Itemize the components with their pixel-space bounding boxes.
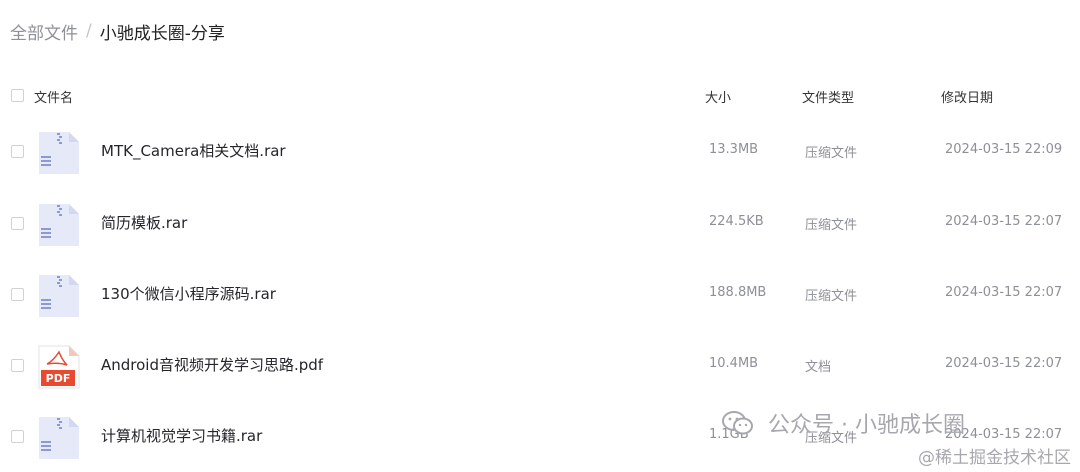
row-checkbox[interactable] [11, 288, 24, 301]
table-header: 文件名 大小 文件类型 修改日期 [0, 84, 1080, 108]
watermark-secondary-text: @稀土掘金技术社区 [918, 448, 1071, 468]
file-size: 188.8MB [709, 285, 767, 300]
file-size: 13.3MB [709, 142, 759, 157]
header-name[interactable]: 文件名 [34, 87, 73, 106]
table-row[interactable]: 简历模板.rar 224.5KB 压缩文件 2024-03-15 22:07 [0, 188, 1080, 259]
row-checkbox[interactable] [11, 217, 24, 230]
archive-icon [39, 204, 79, 246]
table-row[interactable]: 130个微信小程序源码.rar 188.8MB 压缩文件 2024-03-15 … [0, 259, 1080, 330]
file-modified-date: 2024-03-15 22:07 [945, 356, 1063, 371]
file-size: 10.4MB [709, 356, 759, 371]
breadcrumb: 全部文件 / 小驰成长圈-分享 [10, 18, 225, 44]
archive-icon [39, 132, 79, 174]
file-name-link[interactable]: 计算机视觉学习书籍.rar [101, 425, 262, 446]
file-modified-date: 2024-03-15 22:09 [945, 142, 1063, 157]
archive-icon [39, 275, 79, 317]
svg-text:PDF: PDF [46, 372, 71, 385]
breadcrumb-root-link[interactable]: 全部文件 [10, 19, 78, 44]
row-checkbox[interactable] [11, 145, 24, 158]
archive-icon [39, 417, 79, 459]
file-name-link[interactable]: Android音视频开发学习思路.pdf [101, 354, 323, 375]
file-size: 224.5KB [709, 214, 764, 229]
file-type: 文档 [805, 360, 832, 375]
pdf-icon: PDF [38, 345, 80, 389]
row-checkbox[interactable] [11, 359, 24, 372]
file-type: 压缩文件 [805, 289, 858, 304]
watermark-primary-text: 公众号 · 小驰成长圈 [768, 413, 965, 438]
table-row[interactable]: MTK_Camera相关文档.rar 13.3MB 压缩文件 2024-03-1… [0, 116, 1080, 187]
file-name-link[interactable]: MTK_Camera相关文档.rar [101, 140, 286, 161]
row-checkbox[interactable] [11, 430, 24, 443]
header-size[interactable]: 大小 [705, 87, 731, 106]
file-modified-date: 2024-03-15 22:07 [945, 285, 1063, 300]
breadcrumb-separator: / [86, 21, 92, 41]
watermark-account: 公众号 · 小驰成长圈 [722, 406, 965, 440]
header-modified[interactable]: 修改日期 [941, 87, 993, 106]
wechat-icon [722, 411, 753, 435]
header-type[interactable]: 文件类型 [802, 87, 854, 106]
file-modified-date: 2024-03-15 22:07 [945, 214, 1063, 229]
file-type: 压缩文件 [805, 146, 858, 161]
file-name-link[interactable]: 130个微信小程序源码.rar [101, 283, 276, 304]
table-row[interactable]: PDF Android音视频开发学习思路.pdf 10.4MB 文档 2024-… [0, 330, 1080, 401]
file-name-link[interactable]: 简历模板.rar [101, 212, 187, 233]
select-all-checkbox[interactable] [11, 89, 24, 102]
file-type: 压缩文件 [805, 218, 858, 233]
breadcrumb-current: 小驰成长圈-分享 [99, 23, 225, 44]
